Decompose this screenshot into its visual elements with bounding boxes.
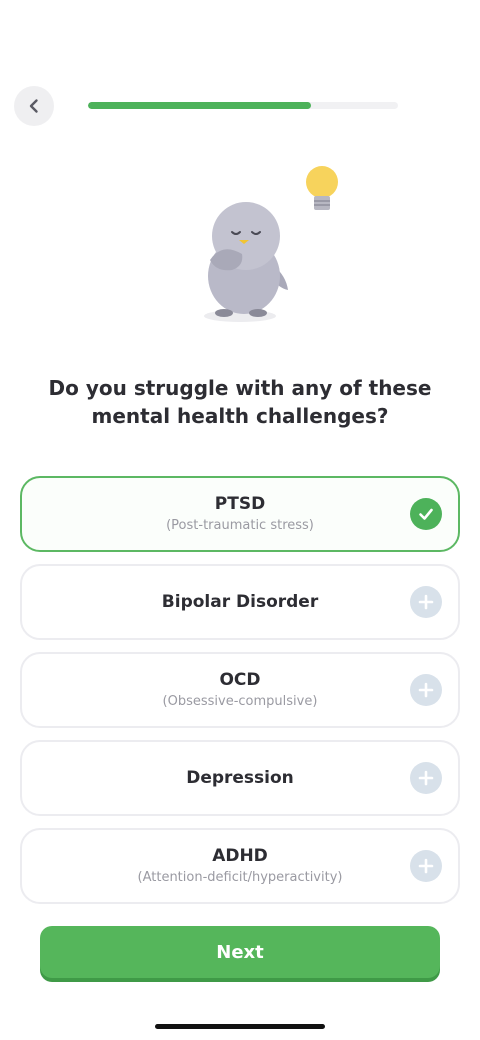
question-line-2: mental health challenges? <box>91 404 389 428</box>
question-heading: Do you struggle with any of these mental… <box>20 374 460 430</box>
progress-bar-fill <box>88 102 312 109</box>
option-label: PTSD <box>214 494 266 514</box>
progress-bar <box>88 102 398 109</box>
chevron-left-icon <box>29 99 38 113</box>
option-label: Depression <box>186 768 294 788</box>
option-sublabel: (Obsessive-compulsive) <box>162 694 318 709</box>
option-label: Bipolar Disorder <box>161 592 319 612</box>
option-label: OCD <box>219 670 261 690</box>
plus-icon <box>410 762 442 794</box>
plus-icon <box>410 850 442 882</box>
penguin-mascot-illustration <box>204 166 338 322</box>
back-button[interactable] <box>14 86 54 126</box>
option-ptsd[interactable]: PTSD (Post-traumatic stress) <box>20 476 460 552</box>
next-button[interactable]: Next <box>40 926 440 978</box>
question-line-1: Do you struggle with any of these <box>48 376 432 400</box>
plus-icon <box>410 586 442 618</box>
lightbulb-icon <box>306 166 338 210</box>
home-indicator[interactable] <box>155 1024 325 1029</box>
option-bipolar-disorder[interactable]: Bipolar Disorder <box>20 564 460 640</box>
option-sublabel: (Attention-deficit/hyperactivity) <box>137 870 343 885</box>
check-icon <box>410 498 442 530</box>
option-adhd[interactable]: ADHD (Attention-deficit/hyperactivity) <box>20 828 460 904</box>
option-sublabel: (Post-traumatic stress) <box>166 518 314 533</box>
option-ocd[interactable]: OCD (Obsessive-compulsive) <box>20 652 460 728</box>
plus-icon <box>410 674 442 706</box>
option-depression[interactable]: Depression <box>20 740 460 816</box>
option-label: ADHD <box>212 846 268 866</box>
